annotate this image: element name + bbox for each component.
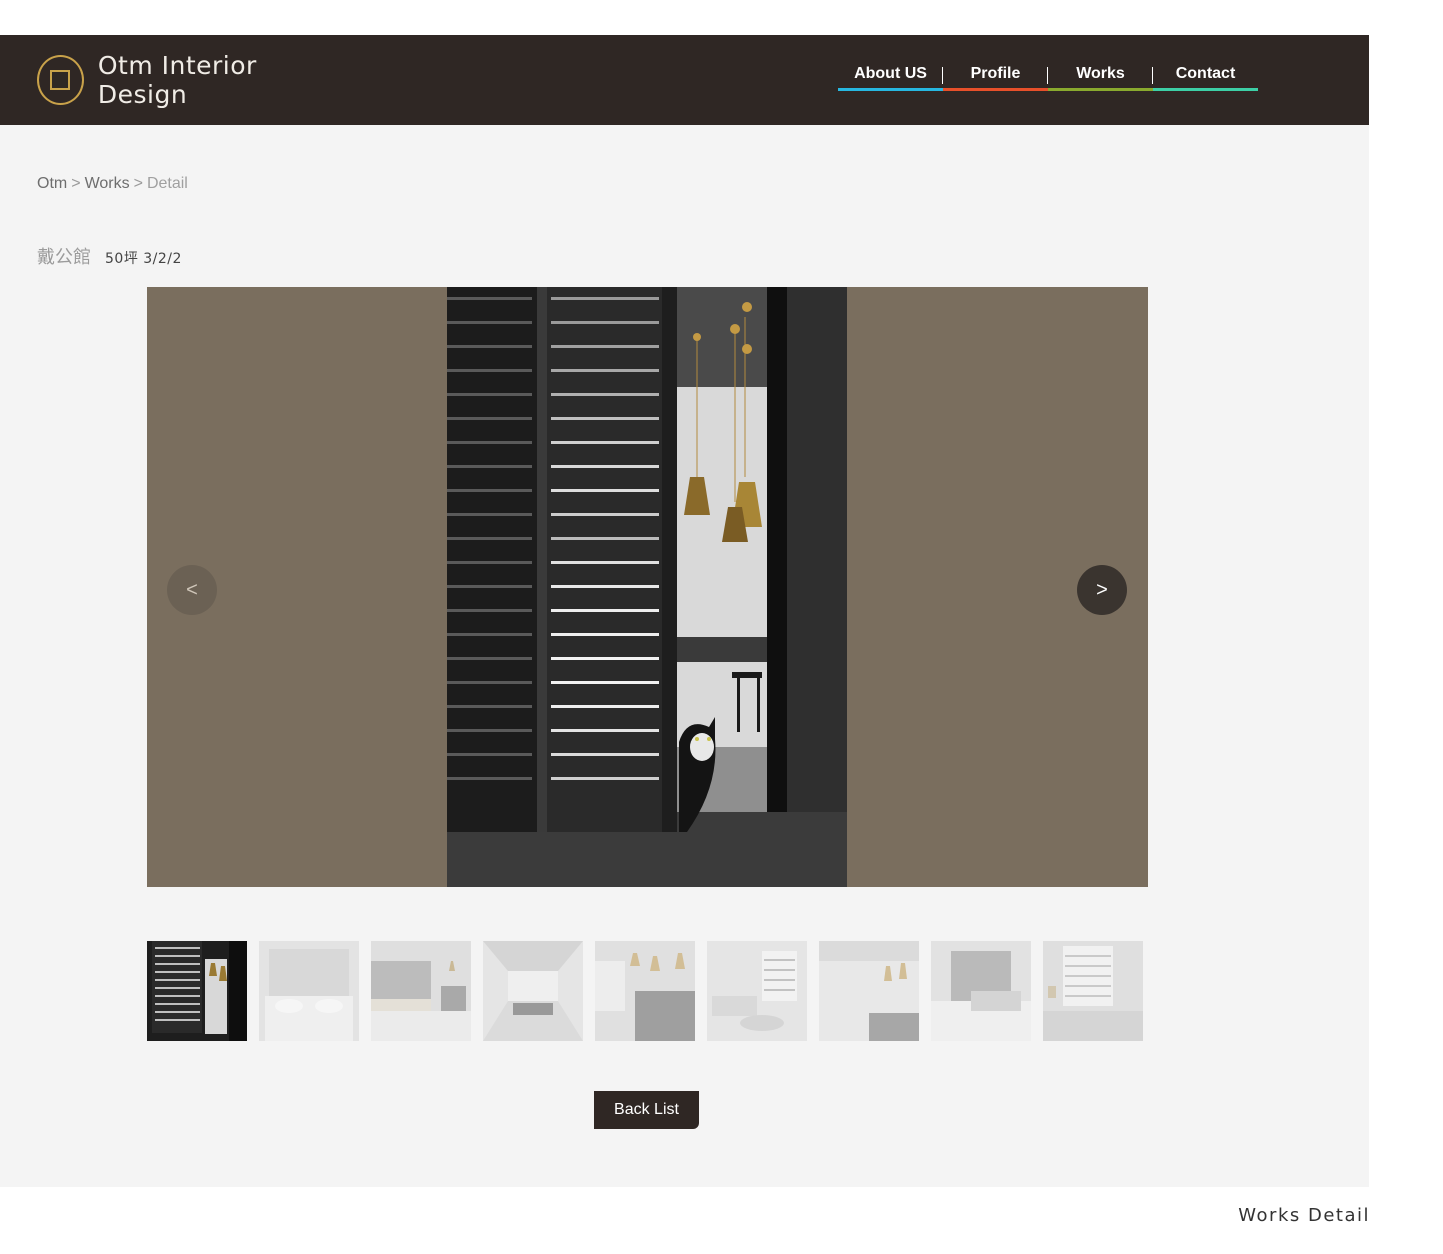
nav-profile-label: Profile [970, 65, 1021, 82]
back-list-button[interactable]: Back List [594, 1091, 699, 1129]
nav-underline [943, 88, 1048, 91]
breadcrumb-works[interactable]: Works [85, 175, 130, 192]
thumbnail[interactable] [371, 941, 471, 1041]
thumbnail[interactable] [595, 941, 695, 1041]
nav-underline [1048, 88, 1153, 91]
page-content: Otm Interior Design About US Profile Wor… [0, 35, 1369, 1187]
nav-works-label: Works [1076, 65, 1125, 82]
image-slider: < > [147, 287, 1148, 887]
project-meta: 50坪 3/2/2 [105, 251, 182, 267]
nav-about-us-label: About US [854, 65, 927, 82]
slider-prev-button[interactable]: < [167, 565, 217, 615]
thumbnail[interactable] [931, 941, 1031, 1041]
breadcrumb-separator: > [133, 175, 143, 192]
thumbnail-strip [147, 941, 1143, 1041]
logo-text: Otm Interior Design [97, 51, 257, 109]
logo-mark-icon [37, 55, 84, 105]
nav-underline [838, 88, 943, 91]
thumbnail[interactable] [147, 941, 247, 1041]
nav-works[interactable]: Works [1048, 65, 1153, 91]
shutter-slats [447, 297, 659, 780]
thumbnail[interactable] [1043, 941, 1143, 1041]
thumbnail[interactable] [819, 941, 919, 1041]
project-title: 戴公館 50坪 3/2/2 [37, 243, 182, 269]
nav-profile[interactable]: Profile [943, 65, 1048, 91]
breadcrumb-separator: > [71, 175, 81, 192]
slide-photo [447, 287, 847, 887]
slider-next-button[interactable]: > [1077, 565, 1127, 615]
nav-about-us[interactable]: About US [838, 65, 943, 91]
breadcrumb-home[interactable]: Otm [37, 175, 67, 192]
thumbnail[interactable] [259, 941, 359, 1041]
thumbnail[interactable] [483, 941, 583, 1041]
nav-contact[interactable]: Contact [1153, 65, 1258, 91]
logo[interactable]: Otm Interior Design [37, 51, 337, 109]
project-name: 戴公館 [37, 247, 91, 268]
main-nav: About US Profile Works Contact [838, 65, 1258, 91]
breadcrumb-current: Detail [146, 175, 188, 192]
nav-underline [1153, 88, 1258, 91]
thumbnail[interactable] [707, 941, 807, 1041]
page-caption: Works Detail [1238, 1205, 1370, 1226]
breadcrumb: Otm > Works > Detail [37, 175, 188, 193]
site-header: Otm Interior Design About US Profile Wor… [0, 35, 1369, 125]
nav-contact-label: Contact [1175, 65, 1236, 82]
